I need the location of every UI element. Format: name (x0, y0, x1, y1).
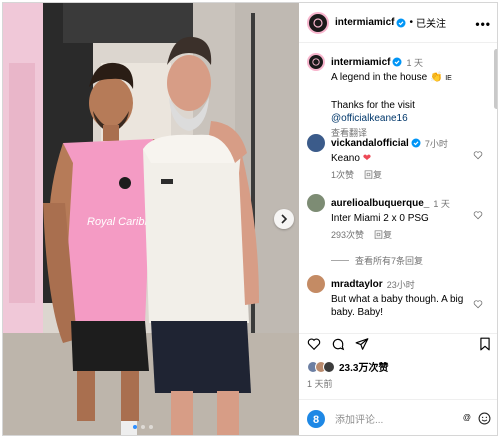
liker-avatar (323, 360, 335, 373)
liker-avatars (307, 360, 335, 373)
comment-input[interactable]: 添加评论... (335, 411, 383, 426)
likes-row[interactable]: 23.3万次赞 (307, 359, 388, 374)
bookmark-icon[interactable] (479, 337, 491, 351)
comment-likes[interactable]: 293次赞 (331, 230, 364, 240)
author-avatar[interactable] (307, 11, 329, 34)
comment-text-line1: But what a baby though. A big (331, 294, 464, 305)
heart-emoji: ❤ (362, 153, 372, 164)
verified-icon (411, 138, 421, 148)
carousel-dot (133, 425, 137, 429)
comment: aurelioalbuquerque_ 1 天 Inter Miami 2 x … (307, 194, 493, 241)
comment-username[interactable]: mradtaylor (331, 279, 383, 290)
caption-username[interactable]: intermiamicf (331, 57, 390, 68)
heart-icon[interactable] (473, 299, 483, 309)
carousel-dot (141, 425, 145, 429)
club-crest-icon (312, 58, 320, 66)
view-replies-link[interactable]: 查看所有7条回复 (331, 254, 423, 267)
comment: vickandalofficial 7小时 Keano ❤ 1次赞 回复 (307, 134, 493, 181)
commenter-avatar[interactable] (307, 134, 325, 152)
action-bar (307, 337, 369, 351)
following-button[interactable]: 已关注 (416, 15, 446, 30)
comment-text-line2: baby. Baby! (331, 307, 384, 318)
comment: mradtaylor 23小时 But what a baby though. … (307, 275, 493, 319)
caption-line2: Thanks for the visit (331, 100, 415, 111)
comment-username[interactable]: vickandalofficial (331, 138, 409, 149)
mention-button[interactable]: @ (463, 413, 471, 422)
comment-time: 7小时 (424, 138, 448, 149)
post-age: 1 天前 (307, 379, 333, 389)
heart-icon[interactable] (473, 150, 483, 160)
photo-illustration: Royal Caribbean (3, 3, 299, 435)
emoji-icon[interactable] (478, 412, 491, 425)
author-username[interactable]: intermiamicf (335, 17, 394, 28)
assistant-icon[interactable]: 8 (307, 409, 325, 428)
mention-link[interactable]: @officialkeane16 (331, 113, 408, 124)
share-icon[interactable] (355, 337, 369, 351)
comment-time: 1 天 (433, 198, 450, 209)
club-crest-icon (313, 17, 323, 28)
post-header: intermiamicf • 已关注 ••• (299, 3, 497, 43)
comment-text: Inter Miami 2 x 0 PSG (331, 213, 429, 224)
likes-count[interactable]: 23.3万次赞 (339, 359, 388, 374)
reply-button[interactable]: 回复 (364, 170, 382, 180)
comment-username[interactable]: aurelioalbuquerque_ (331, 198, 429, 209)
header-separator: • (409, 17, 413, 28)
comments-scrollbar[interactable] (494, 49, 497, 109)
post-window: Royal Caribbean intermiamicf • 已关注 ••• i… (2, 2, 498, 436)
verified-icon (392, 57, 402, 67)
comment-icon[interactable] (331, 337, 345, 351)
next-arrow-icon (281, 214, 288, 224)
caption-line1: A legend in the house 👏 (331, 72, 443, 83)
carousel-dot (149, 425, 153, 429)
reply-button[interactable]: 回复 (374, 230, 392, 240)
comment-text: Keano ❤ (331, 153, 372, 164)
verified-icon (396, 18, 406, 27)
svg-text:8: 8 (313, 414, 319, 426)
carousel-dots (133, 425, 153, 429)
caption: intermiamicf 1 天 A legend in the house 👏… (307, 53, 493, 139)
next-photo-button[interactable] (274, 209, 294, 229)
caption-time: 1 天 (406, 57, 423, 68)
post-photo[interactable]: Royal Caribbean (3, 3, 299, 435)
view-replies-label: 查看所有7条回复 (355, 256, 424, 266)
comment-time: 23小时 (386, 279, 415, 290)
heart-icon[interactable] (473, 210, 483, 220)
commenter-avatar[interactable] (307, 194, 325, 212)
ellipsis-icon[interactable]: ••• (475, 17, 491, 31)
caption-tag: IE (445, 75, 452, 82)
replies-divider (331, 260, 349, 261)
comment-likes[interactable]: 1次赞 (331, 170, 354, 180)
add-comment-bar: 8 添加评论... @ (299, 399, 497, 435)
heart-icon[interactable] (307, 337, 321, 351)
caption-avatar[interactable] (307, 53, 325, 71)
commenter-avatar[interactable] (307, 275, 325, 293)
post-side-panel: intermiamicf • 已关注 ••• intermiamicf 1 天 (299, 3, 497, 435)
